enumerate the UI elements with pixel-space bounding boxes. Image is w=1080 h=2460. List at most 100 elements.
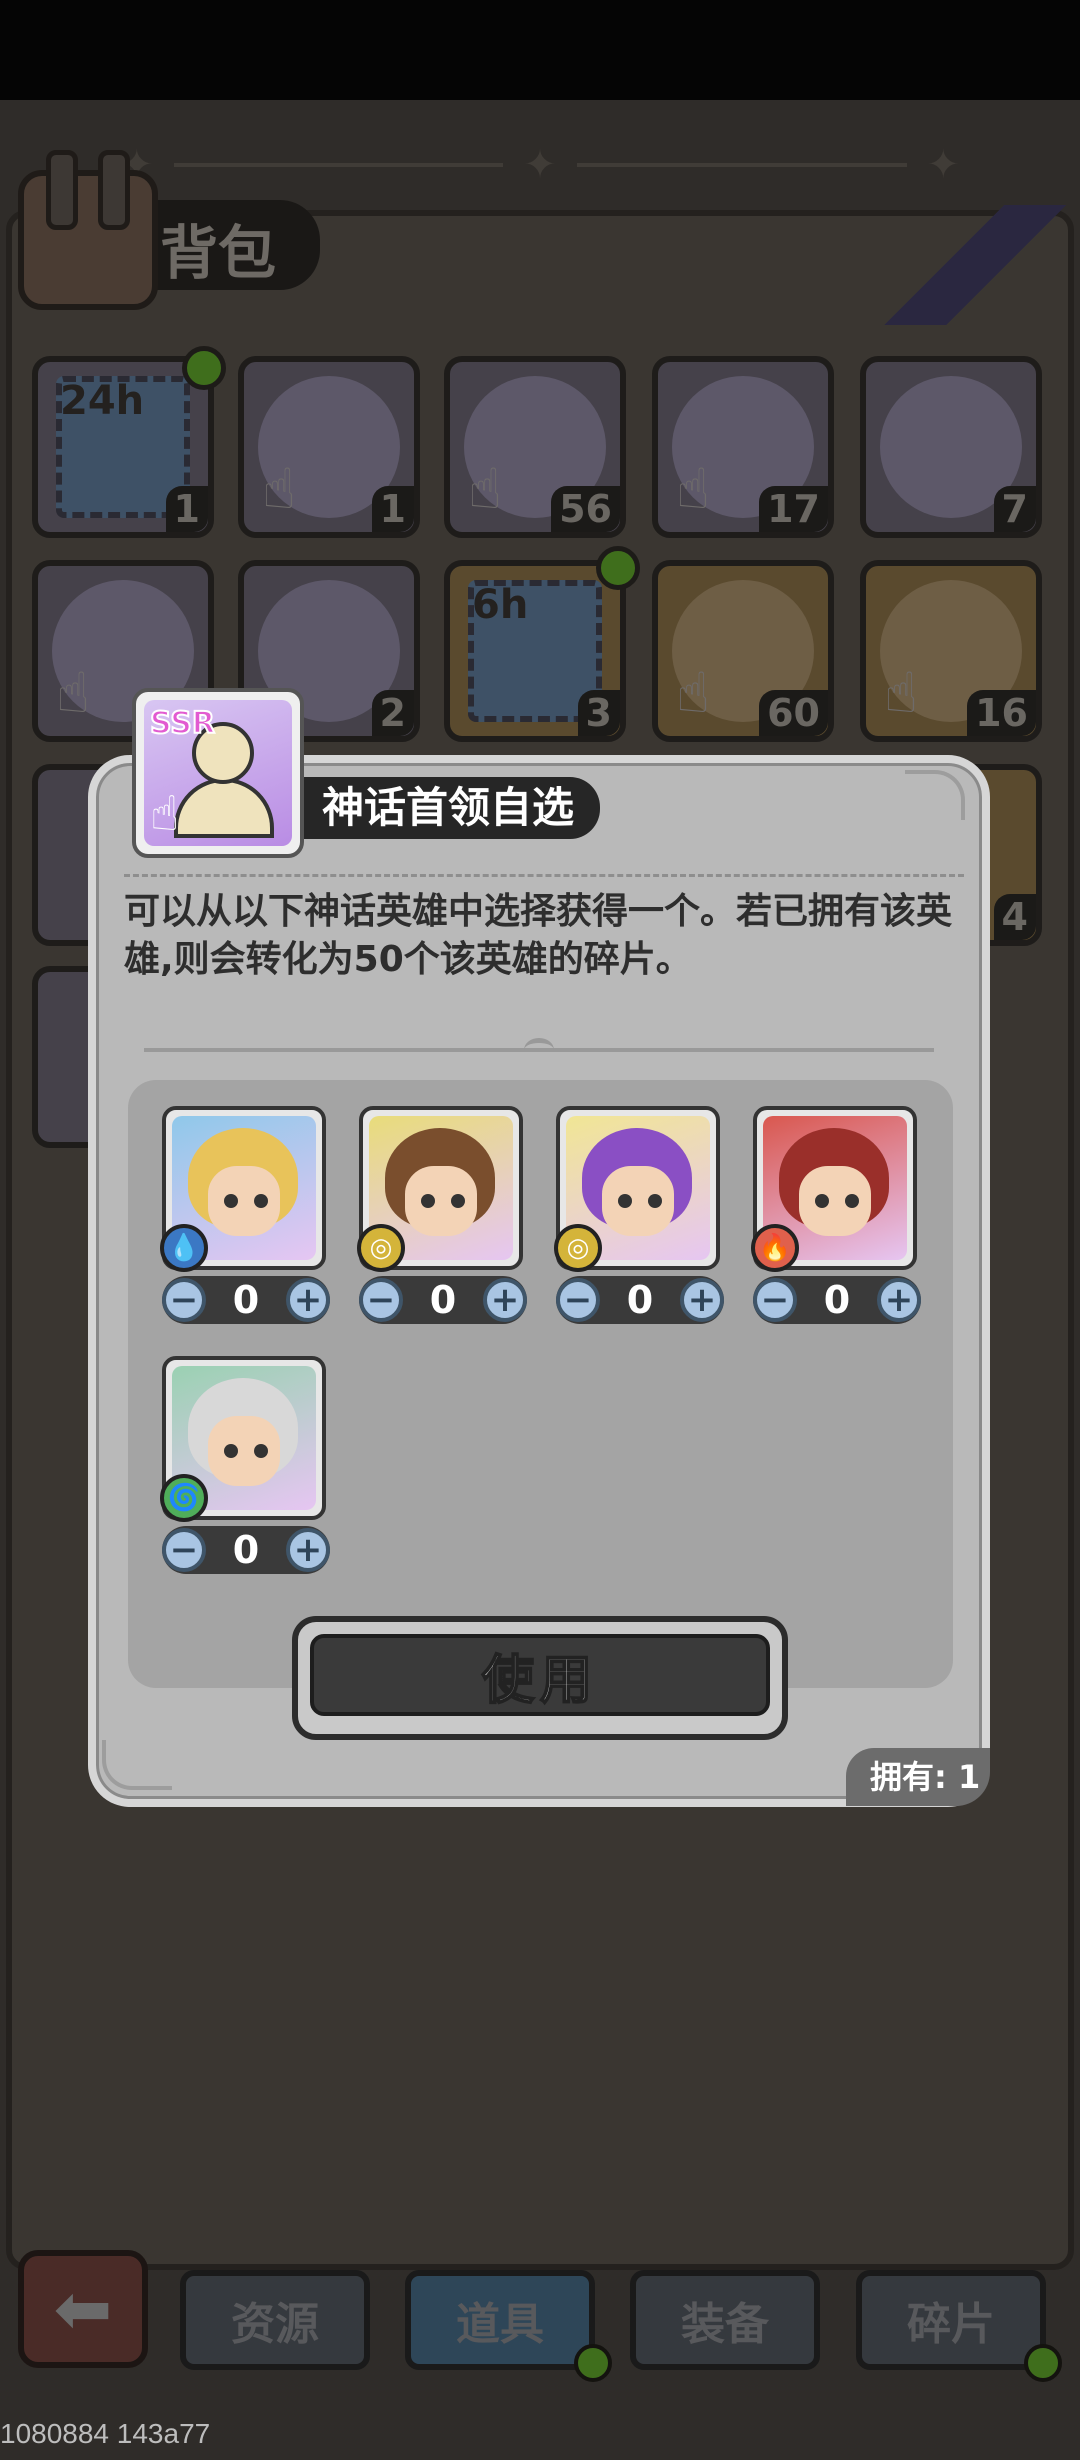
selected-item-icon: SSR ☝: [132, 688, 304, 858]
tab-fragments[interactable]: 碎片: [856, 2270, 1046, 2370]
minus-button[interactable]: −: [162, 1528, 206, 1572]
hero-slot: 🌀 − 0 +: [160, 1356, 332, 1574]
earth-element-icon: ◎: [357, 1224, 405, 1272]
quantity-value: 0: [232, 1528, 260, 1572]
quantity-stepper: − 0 +: [162, 1526, 330, 1574]
plus-button[interactable]: +: [877, 1278, 921, 1322]
hero-portrait[interactable]: 🌀: [160, 1356, 326, 1522]
plus-button[interactable]: +: [286, 1278, 330, 1322]
back-button[interactable]: ⬅: [18, 2250, 148, 2368]
hero-eye: [845, 1194, 859, 1208]
hand-icon: ☝: [676, 457, 711, 522]
bag-item-potion-24h[interactable]: 24h 1: [32, 356, 214, 538]
hero-slot: ◎ − 0 +: [357, 1106, 529, 1324]
hero-skin: [208, 1166, 280, 1236]
new-indicator-dot: [1024, 2344, 1062, 2382]
dialog-description: 可以从以下神话英雄中选择获得一个。若已拥有该英雄,则会转化为50个该英雄的碎片。: [124, 891, 953, 980]
quantity-value: 0: [823, 1278, 851, 1322]
hand-icon: ☝: [56, 661, 91, 726]
item-count: 17: [759, 486, 828, 532]
tab-resources[interactable]: 资源: [180, 2270, 370, 2370]
item-count: 7: [993, 486, 1036, 532]
bag-item-gold-book[interactable]: ☝ 60: [652, 560, 834, 742]
owned-count-badge: 拥有: 1: [846, 1748, 990, 1806]
screen: ✦✦✦ 背包 24h 1 ☝ 1 ☝ 56 ☝ 17 7 ☝ 2 6h 3: [0, 0, 1080, 2460]
hero-eye: [451, 1194, 465, 1208]
use-button-label: 使用: [481, 1650, 598, 1712]
divider-gem: [524, 1038, 554, 1062]
status-bar: [0, 0, 1080, 100]
wind-element-icon: 🌀: [160, 1474, 208, 1522]
fire-element-icon: 🔥: [751, 1224, 799, 1272]
figure-body: [174, 778, 274, 838]
tab-items[interactable]: 道具: [405, 2270, 595, 2370]
hero-eye: [224, 1444, 238, 1458]
hero-portrait[interactable]: 💧: [160, 1106, 326, 1272]
hero-portrait[interactable]: 🔥: [751, 1106, 917, 1272]
item-count: 4: [993, 894, 1036, 940]
quantity-value: 0: [232, 1278, 260, 1322]
bag-item-book[interactable]: ☝ 56: [444, 356, 626, 538]
hero-skin: [208, 1416, 280, 1486]
hero-portrait[interactable]: ◎: [357, 1106, 523, 1272]
minus-button[interactable]: −: [162, 1278, 206, 1322]
hero-slot: 🔥 − 0 +: [751, 1106, 923, 1324]
hand-icon: ☝: [262, 457, 297, 522]
use-button-face: 使用: [310, 1634, 770, 1716]
ssr-badge: SSR: [149, 705, 216, 742]
hero-eye: [815, 1194, 829, 1208]
item-label: 24h: [60, 378, 145, 424]
title-divider: [124, 874, 964, 877]
earth-element-icon: ◎: [554, 1224, 602, 1272]
item-count: 56: [551, 486, 620, 532]
hero-eye: [618, 1194, 632, 1208]
water-element-icon: 💧: [160, 1224, 208, 1272]
plus-button[interactable]: +: [286, 1528, 330, 1572]
hand-icon: ☝: [150, 786, 180, 842]
tab-equipment[interactable]: 装备: [630, 2270, 820, 2370]
back-arrow-icon: ⬅: [53, 2268, 113, 2350]
dialog-title: 神话首领自选: [322, 783, 575, 832]
bag-item-ssr-selector[interactable]: ☝ 1: [238, 356, 420, 538]
bag-item-weapons[interactable]: ☝ 17: [652, 356, 834, 538]
top-decoration: ✦ ✦ ✦: [120, 142, 961, 188]
bag-item-key[interactable]: 7: [860, 356, 1042, 538]
quantity-value: 0: [626, 1278, 654, 1322]
quantity-stepper: − 0 +: [162, 1276, 330, 1324]
quantity-stepper: − 0 +: [753, 1276, 921, 1324]
item-count: 1: [165, 486, 208, 532]
minus-button[interactable]: −: [556, 1278, 600, 1322]
corner-ornament: [102, 1740, 172, 1790]
plus-button[interactable]: +: [680, 1278, 724, 1322]
hero-skin: [602, 1166, 674, 1236]
quantity-stepper: − 0 +: [556, 1276, 724, 1324]
backpack-icon: [18, 150, 158, 310]
new-indicator-dot: [574, 2344, 612, 2382]
new-indicator-dot: [182, 346, 226, 390]
hero-portrait[interactable]: ◎: [554, 1106, 720, 1272]
hero-slot: 💧 − 0 +: [160, 1106, 332, 1324]
bag-item-gold-weapons[interactable]: ☝ 16: [860, 560, 1042, 742]
hero-eye: [254, 1444, 268, 1458]
hero-skin: [799, 1166, 871, 1236]
use-button[interactable]: 使用: [292, 1616, 788, 1740]
hero-eye: [254, 1194, 268, 1208]
corner-decoration: [880, 205, 1070, 325]
quantity-stepper: − 0 +: [359, 1276, 527, 1324]
new-indicator-dot: [596, 546, 640, 590]
bag-title: 背包: [160, 219, 277, 287]
bag-item-potion-6h[interactable]: 6h 3: [444, 560, 626, 742]
plus-button[interactable]: +: [483, 1278, 527, 1322]
item-count: 60: [759, 690, 828, 736]
ssr-selector-icon: SSR ☝: [144, 700, 292, 846]
item-count: 16: [967, 690, 1036, 736]
bottom-nav: ⬅ 资源 道具 装备 碎片: [0, 2250, 1080, 2382]
minus-button[interactable]: −: [753, 1278, 797, 1322]
item-count: 3: [577, 690, 620, 736]
ornament-divider: [144, 1038, 934, 1062]
quantity-value: 0: [429, 1278, 457, 1322]
hero-eye: [648, 1194, 662, 1208]
minus-button[interactable]: −: [359, 1278, 403, 1322]
hand-icon: ☝: [676, 661, 711, 726]
hero-slot: ◎ − 0 +: [554, 1106, 726, 1324]
